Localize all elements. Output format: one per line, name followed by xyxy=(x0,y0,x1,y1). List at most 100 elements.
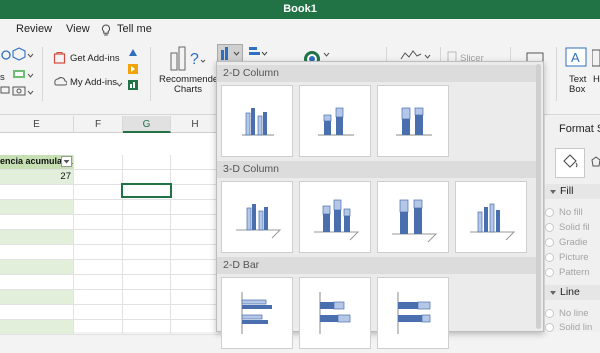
table-row xyxy=(0,305,220,320)
window-title-bar: Book1 xyxy=(0,0,600,19)
radio-button[interactable] xyxy=(545,253,554,262)
chart-option-3d-stacked-column[interactable] xyxy=(299,181,371,253)
chevron-down-icon[interactable] xyxy=(27,70,34,81)
radio-button[interactable] xyxy=(545,323,554,332)
smartart-icon[interactable] xyxy=(12,67,26,84)
radio-button[interactable] xyxy=(545,309,554,318)
radio-button[interactable] xyxy=(545,238,554,247)
chart-option-3d-column[interactable] xyxy=(455,181,527,253)
column-header-h[interactable]: H xyxy=(171,116,220,133)
pentagon-effects-icon[interactable] xyxy=(591,156,600,171)
radio-button[interactable] xyxy=(545,223,554,232)
value-text: 27 xyxy=(60,171,71,182)
lightbulb-icon xyxy=(101,24,111,40)
table-row xyxy=(0,290,220,305)
partial-ribbon-label-h: H xyxy=(593,74,600,85)
text-box-label-line2[interactable]: Box xyxy=(569,84,585,95)
fill-line-tab[interactable] xyxy=(555,148,585,178)
line-option[interactable]: No line xyxy=(545,308,589,319)
line-option[interactable]: Solid lin xyxy=(545,322,592,333)
3d-clustered-column-icon xyxy=(236,204,282,239)
fill-option[interactable]: Pattern xyxy=(545,267,590,278)
tell-me-search[interactable]: Tell me xyxy=(117,23,152,35)
chart-option-100-stacked-column[interactable] xyxy=(377,85,449,157)
value-cell[interactable]: 27 xyxy=(0,170,74,184)
text-box-icon[interactable]: A xyxy=(565,47,587,70)
chart-option-clustered-bar[interactable] xyxy=(221,277,293,349)
radio-button[interactable] xyxy=(545,268,554,277)
my-addins-icon[interactable] xyxy=(53,75,68,90)
table-row: 27 xyxy=(0,170,220,185)
menu-bar: Review View Tell me xyxy=(0,19,600,41)
people-graph-icon[interactable] xyxy=(127,79,139,94)
chart-option-3d-clustered-column[interactable] xyxy=(221,181,293,253)
chart-option-clustered-column[interactable] xyxy=(221,85,293,157)
svg-text:A: A xyxy=(571,50,580,65)
column-header-g[interactable]: G xyxy=(123,116,171,133)
screenshot-camera-icon[interactable] xyxy=(12,84,26,99)
screenshot-icon[interactable] xyxy=(0,85,10,98)
ribbon-separator xyxy=(556,47,557,101)
menu-view[interactable]: View xyxy=(66,23,90,35)
column-header-e[interactable]: E xyxy=(0,116,74,133)
filter-dropdown-button[interactable] xyxy=(61,156,72,167)
clustered-column-icon xyxy=(242,108,274,136)
menu-review[interactable]: Review xyxy=(16,23,52,35)
clustered-bar-icon xyxy=(241,292,272,334)
table-row xyxy=(0,200,220,215)
worksheet-grid[interactable]: E F G H encia acumulada 27 xyxy=(0,116,220,335)
table-row: encia acumulada xyxy=(0,155,220,170)
gallery-scrollbar[interactable] xyxy=(536,64,541,329)
section-3d-column: 3-D Column xyxy=(217,161,537,178)
table-row xyxy=(0,230,220,245)
recommended-charts-label-line2[interactable]: Charts xyxy=(174,84,202,95)
fill-section-header[interactable]: Fill xyxy=(545,184,600,199)
3d-models-icon[interactable] xyxy=(12,47,26,64)
fill-option[interactable]: Gradie xyxy=(545,237,588,248)
chevron-down-icon[interactable] xyxy=(323,49,330,60)
store-icon[interactable] xyxy=(53,51,66,67)
header-footer-icon[interactable] xyxy=(591,49,600,70)
chevron-down-icon[interactable] xyxy=(116,79,123,90)
partial-ribbon-label: s xyxy=(0,72,5,83)
table-row xyxy=(0,275,220,290)
table-row xyxy=(0,215,220,230)
ribbon-separator xyxy=(150,47,151,101)
table-row xyxy=(0,183,220,200)
fill-option[interactable]: Picture xyxy=(545,252,589,263)
svg-text:?: ? xyxy=(190,51,199,68)
chart-option-3d-100-stacked-column[interactable] xyxy=(377,181,449,253)
chart-option-stacked-bar[interactable] xyxy=(299,277,371,349)
fill-option[interactable]: Solid fil xyxy=(545,222,590,233)
table-header-cell[interactable]: encia acumulada xyxy=(0,155,74,169)
paint-bucket-icon xyxy=(563,154,578,168)
recommended-charts-icon[interactable]: ? xyxy=(170,46,208,75)
ribbon-separator xyxy=(42,47,43,101)
line-section-header[interactable]: Line xyxy=(545,285,600,300)
collapse-arrow-icon xyxy=(550,190,556,194)
table-row xyxy=(0,245,220,260)
stacked-column-icon xyxy=(318,107,354,136)
chevron-down-icon[interactable] xyxy=(27,87,34,98)
get-addins-button[interactable]: Get Add-ins xyxy=(70,53,120,64)
radio-button[interactable] xyxy=(545,208,554,217)
chevron-down-icon[interactable] xyxy=(27,50,34,61)
filter-arrow-icon xyxy=(63,160,70,164)
my-addins-button[interactable]: My Add-ins xyxy=(70,77,117,88)
section-2d-bar: 2-D Bar xyxy=(217,257,537,274)
3d-stacked-column-icon xyxy=(314,199,360,241)
chart-option-stacked-column[interactable] xyxy=(299,85,371,157)
section-2d-column: 2-D Column xyxy=(217,65,537,82)
format-pane-title: Format S xyxy=(559,123,600,135)
chart-option-100-stacked-bar[interactable] xyxy=(377,277,449,349)
3d-percent-stacked-column-icon xyxy=(392,199,438,243)
3d-column-icon xyxy=(470,203,516,241)
bing-maps-icon[interactable] xyxy=(127,63,139,78)
shapes-icon[interactable] xyxy=(0,49,12,64)
column-chart-gallery: 2-D Column 3-D Column 2-D Bar xyxy=(216,61,544,349)
column-header-f[interactable]: F xyxy=(74,116,123,133)
active-cell-selection[interactable] xyxy=(121,183,172,198)
table-row xyxy=(0,320,220,335)
visio-icon[interactable] xyxy=(127,47,139,62)
fill-option[interactable]: No fill xyxy=(545,207,583,218)
